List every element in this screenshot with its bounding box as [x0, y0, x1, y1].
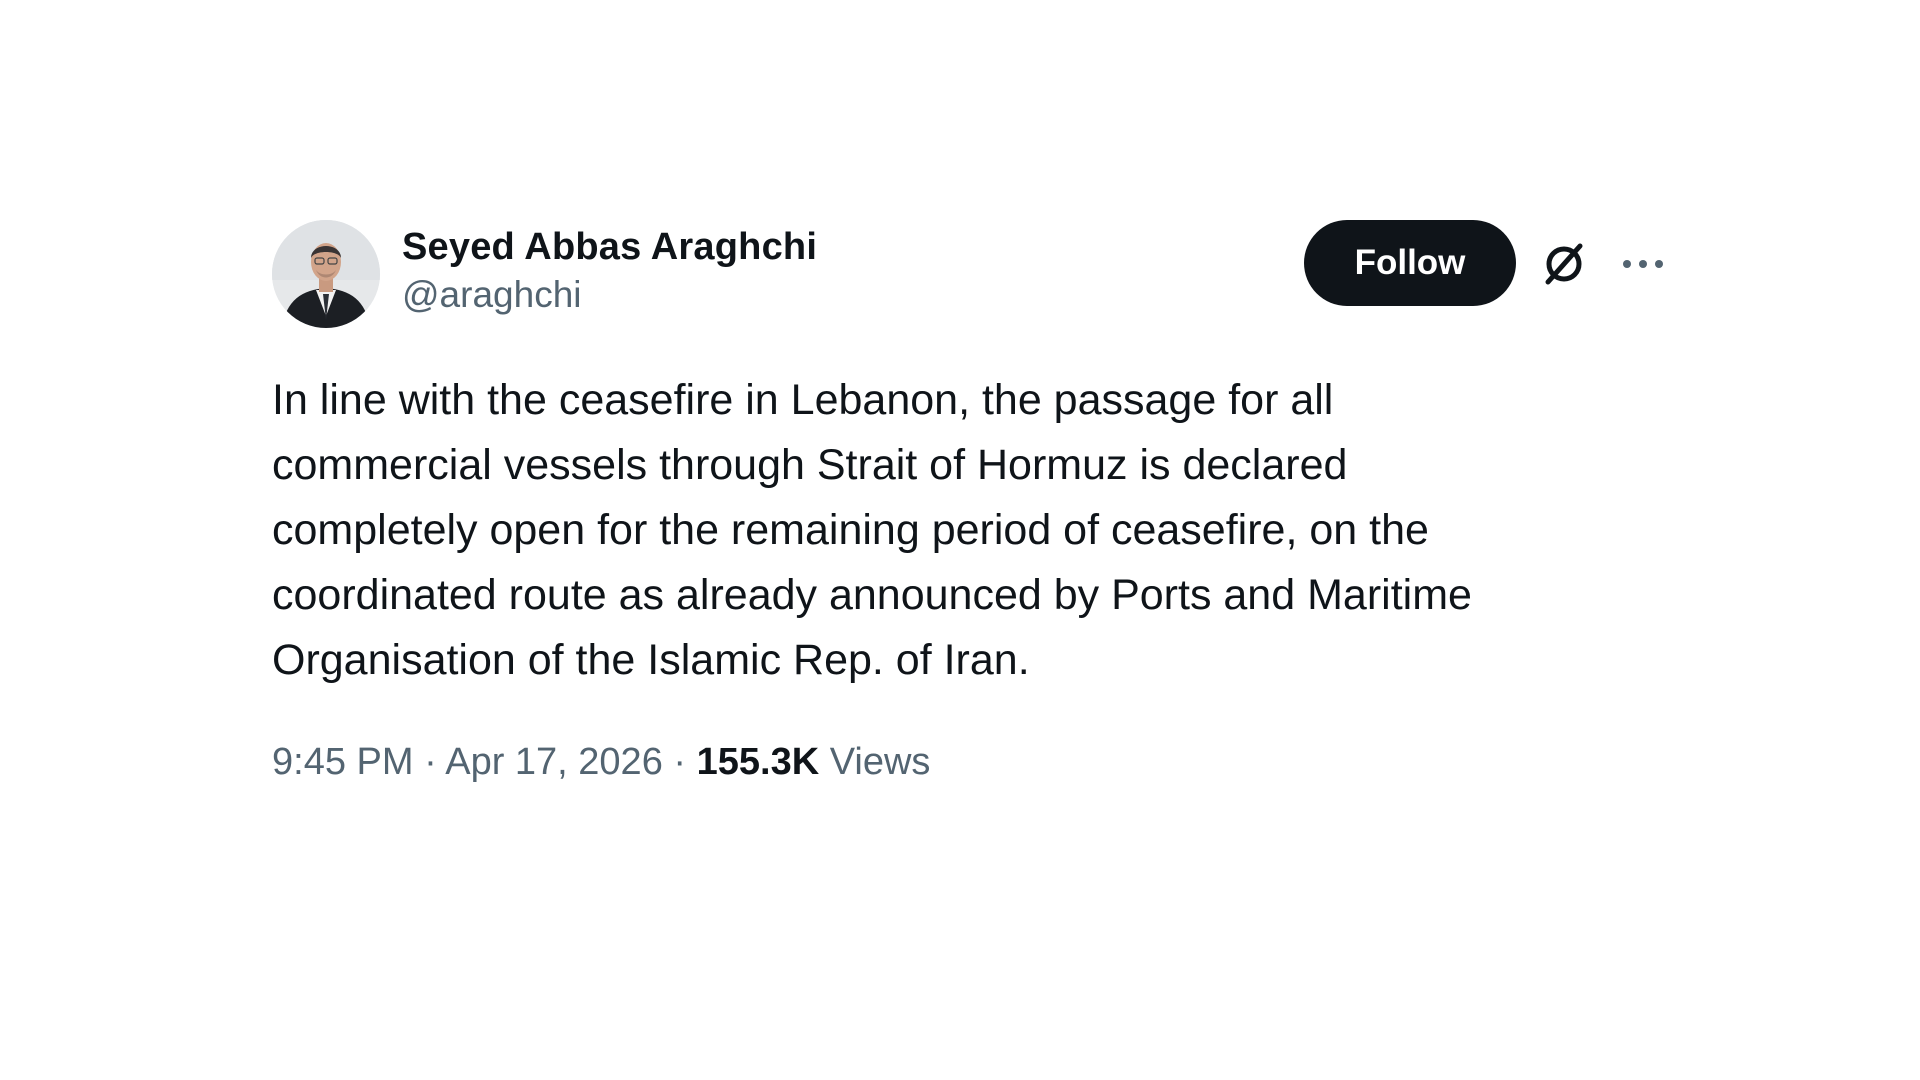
follow-button[interactable]: Follow [1304, 220, 1516, 306]
tweet-text: In line with the ceasefire in Lebanon, t… [272, 376, 1472, 684]
meta-separator: · [673, 741, 687, 783]
meta-separator: · [424, 741, 437, 783]
author-display-name[interactable]: Seyed Abbas Araghchi [402, 224, 817, 270]
tweet-meta: 9:45 PM · Apr 17, 2026 · 155.3K Views [272, 737, 1672, 787]
tweet-card: Seyed Abbas Araghchi @araghchi Follow In… [272, 220, 1672, 787]
avatar[interactable] [272, 220, 380, 328]
tweet-date[interactable]: Apr 17, 2026 [445, 741, 663, 783]
grok-icon[interactable] [1540, 240, 1588, 288]
more-options-icon[interactable] [1620, 250, 1666, 278]
author-handle[interactable]: @araghchi [402, 270, 817, 320]
views-count: 155.3K [696, 741, 820, 783]
tweet-header: Seyed Abbas Araghchi @araghchi Follow [272, 220, 1672, 330]
views-label: Views [829, 741, 931, 783]
tweet-time[interactable]: 9:45 PM [272, 741, 414, 783]
profile-photo-icon [272, 220, 380, 328]
author-identity: Seyed Abbas Araghchi @araghchi [402, 224, 817, 320]
